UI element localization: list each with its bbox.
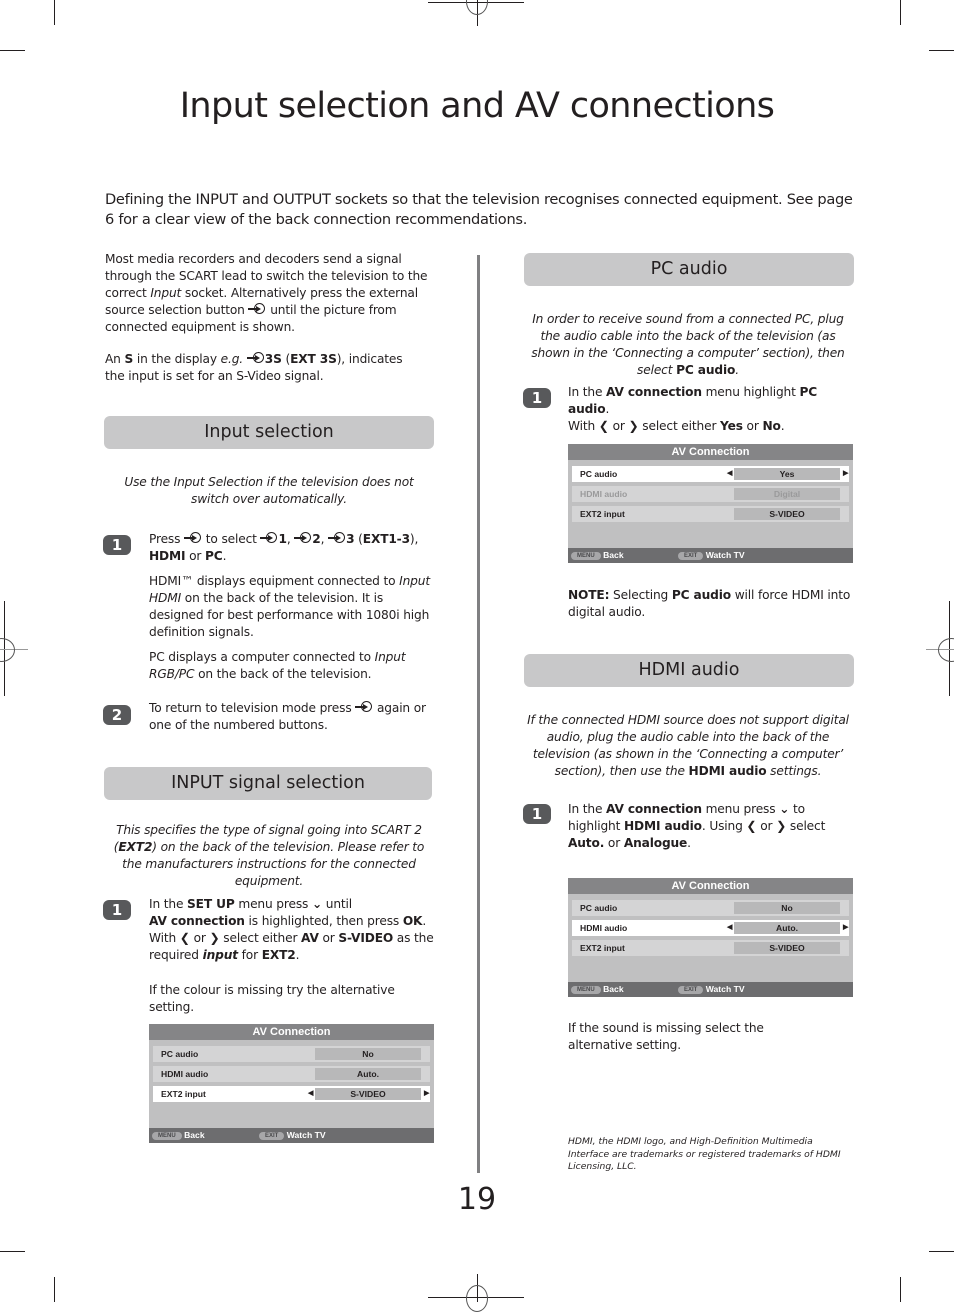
section-heading-input-signal: INPUT signal selection xyxy=(104,767,432,800)
input-selection-step-2: To return to television mode press again… xyxy=(149,701,426,732)
left-arrow-icon[interactable]: ◀ xyxy=(308,1086,313,1102)
external-source-icon xyxy=(355,701,373,713)
menu-value: S-VIDEO xyxy=(734,508,840,520)
exit-key[interactable]: EXIT xyxy=(259,1132,285,1140)
registration-mark xyxy=(466,0,488,15)
menu-key[interactable]: MENU xyxy=(571,986,601,994)
section-heading-hdmi-audio: HDMI audio xyxy=(524,654,854,687)
crop-mark xyxy=(929,50,954,51)
page-intro: Defining the INPUT and OUTPUT sockets so… xyxy=(105,191,853,228)
av-connection-menu-ext2: AV Connection PC audio No HDMI audio Aut… xyxy=(149,1024,434,1143)
menu-value: Auto. xyxy=(315,1068,421,1080)
left-arrow-icon[interactable]: ◀ xyxy=(727,920,732,936)
hdmi-trademark-notice: HDMI, the HDMI logo, and High-Definition… xyxy=(568,1136,841,1172)
crop-mark xyxy=(54,0,55,25)
external-source-icon xyxy=(328,532,346,544)
right-arrow-icon: ❯ xyxy=(776,819,787,833)
menu-value: Digital xyxy=(734,488,840,500)
external-source-icon xyxy=(260,532,278,544)
step-badge: 2 xyxy=(103,705,131,725)
av-connection-menu-hdmi-audio: AV Connection PC audio No HDMI audio ◀ A… xyxy=(568,878,853,997)
section-heading-input-selection: Input selection xyxy=(104,416,434,449)
menu-value: S-VIDEO xyxy=(734,942,840,954)
input-selection-intro: Use the Input Selection if the televisio… xyxy=(124,475,414,506)
registration-mark xyxy=(938,638,954,662)
column-divider xyxy=(477,255,480,1173)
step-badge: 1 xyxy=(103,900,131,920)
exit-key[interactable]: EXIT xyxy=(678,986,704,994)
external-source-icon xyxy=(294,532,312,544)
external-source-icon xyxy=(246,352,265,364)
menu-row-ext2-input[interactable]: EXT2 input ◀ S-VIDEO ▶ xyxy=(153,1086,430,1102)
menu-footer: MENU Back EXIT Watch TV xyxy=(568,982,853,997)
menu-row-pc-audio[interactable]: PC audio No xyxy=(153,1046,430,1062)
menu-value: S-VIDEO xyxy=(315,1088,421,1100)
step-badge: 1 xyxy=(103,535,131,555)
left-arrow-icon: ❮ xyxy=(179,931,190,945)
left-arrow-icon: ❮ xyxy=(598,419,609,433)
page-number: 19 xyxy=(457,1182,497,1217)
hdmi-audio-step-1: In the AV connection menu press ⌄ to hig… xyxy=(568,802,826,850)
menu-value: No xyxy=(734,902,840,914)
menu-row-ext2-input[interactable]: EXT2 input S-VIDEO xyxy=(572,506,849,522)
hdmi-audio-intro: If the connected HDMI source does not su… xyxy=(527,713,849,778)
colour-note: If the colour is missing try the alterna… xyxy=(149,983,395,1014)
menu-value: No xyxy=(315,1048,421,1060)
right-arrow-icon[interactable]: ▶ xyxy=(843,466,848,482)
sound-note: If the sound is missing select the alter… xyxy=(568,1021,764,1052)
step-badge: 1 xyxy=(523,804,551,824)
input-signal-step-1: In the SET UP menu press ⌄ until AV conn… xyxy=(149,897,434,962)
external-source-icon xyxy=(248,303,266,315)
menu-key[interactable]: MENU xyxy=(152,1132,182,1140)
menu-row-pc-audio[interactable]: PC audio ◀ Yes ▶ xyxy=(572,466,849,482)
menu-row-pc-audio[interactable]: PC audio No xyxy=(572,900,849,916)
crop-mark xyxy=(0,50,25,51)
exit-key[interactable]: EXIT xyxy=(678,552,704,560)
crop-mark xyxy=(900,1277,901,1302)
right-arrow-icon[interactable]: ▶ xyxy=(843,920,848,936)
right-arrow-icon: ❯ xyxy=(209,931,220,945)
pc-audio-intro: In order to receive sound from a connect… xyxy=(531,312,845,377)
down-arrow-icon: ⌄ xyxy=(311,897,323,911)
input-selection-step-1: Press to select 1, 2, 3 (EXT1-3), HDMI o… xyxy=(149,532,419,563)
page-title: Input selection and AV connections xyxy=(179,86,775,126)
menu-row-ext2-input[interactable]: EXT2 input S-VIDEO xyxy=(572,940,849,956)
crop-mark xyxy=(0,1251,25,1252)
right-arrow-icon[interactable]: ▶ xyxy=(424,1086,429,1102)
pc-audio-note: NOTE: Selecting PC audio will force HDMI… xyxy=(568,588,851,619)
pc-description: PC displays a computer connected to Inpu… xyxy=(149,650,406,681)
right-arrow-icon: ❯ xyxy=(628,419,639,433)
menu-value: Yes xyxy=(734,468,840,480)
av-connection-menu-pc-audio: AV Connection PC audio ◀ Yes ▶ HDMI audi… xyxy=(568,444,853,563)
scart-paragraph: Most media recorders and decoders send a… xyxy=(105,252,428,334)
pc-audio-step-1: In the AV connection menu highlight PC a… xyxy=(568,385,818,433)
external-source-icon xyxy=(184,532,202,544)
menu-title: AV Connection xyxy=(568,444,853,460)
menu-title: AV Connection xyxy=(568,878,853,894)
menu-key[interactable]: MENU xyxy=(571,552,601,560)
down-arrow-icon: ⌄ xyxy=(779,802,790,816)
crop-mark xyxy=(929,1251,954,1252)
menu-row-hdmi-audio: HDMI audio Digital xyxy=(572,486,849,502)
registration-mark xyxy=(466,1285,488,1312)
hdmi-description: HDMI™ displays equipment connected to In… xyxy=(149,574,430,639)
menu-row-hdmi-audio[interactable]: HDMI audio ◀ Auto. ▶ xyxy=(572,920,849,936)
menu-title: AV Connection xyxy=(149,1024,434,1040)
svideo-paragraph: An S in the display e.g. 3S (EXT 3S), in… xyxy=(105,352,403,383)
left-arrow-icon[interactable]: ◀ xyxy=(727,466,732,482)
registration-mark xyxy=(0,638,15,662)
crop-mark xyxy=(54,1277,55,1302)
left-arrow-icon: ❮ xyxy=(746,819,757,833)
menu-footer: MENU Back EXIT Watch TV xyxy=(568,548,853,563)
step-badge: 1 xyxy=(523,388,551,408)
crop-mark xyxy=(900,0,901,25)
section-heading-pc-audio: PC audio xyxy=(524,253,854,286)
input-signal-intro: This specifies the type of signal going … xyxy=(113,823,425,888)
menu-value: Auto. xyxy=(734,922,840,934)
menu-footer: MENU Back EXIT Watch TV xyxy=(149,1128,434,1143)
menu-row-hdmi-audio[interactable]: HDMI audio Auto. xyxy=(153,1066,430,1082)
